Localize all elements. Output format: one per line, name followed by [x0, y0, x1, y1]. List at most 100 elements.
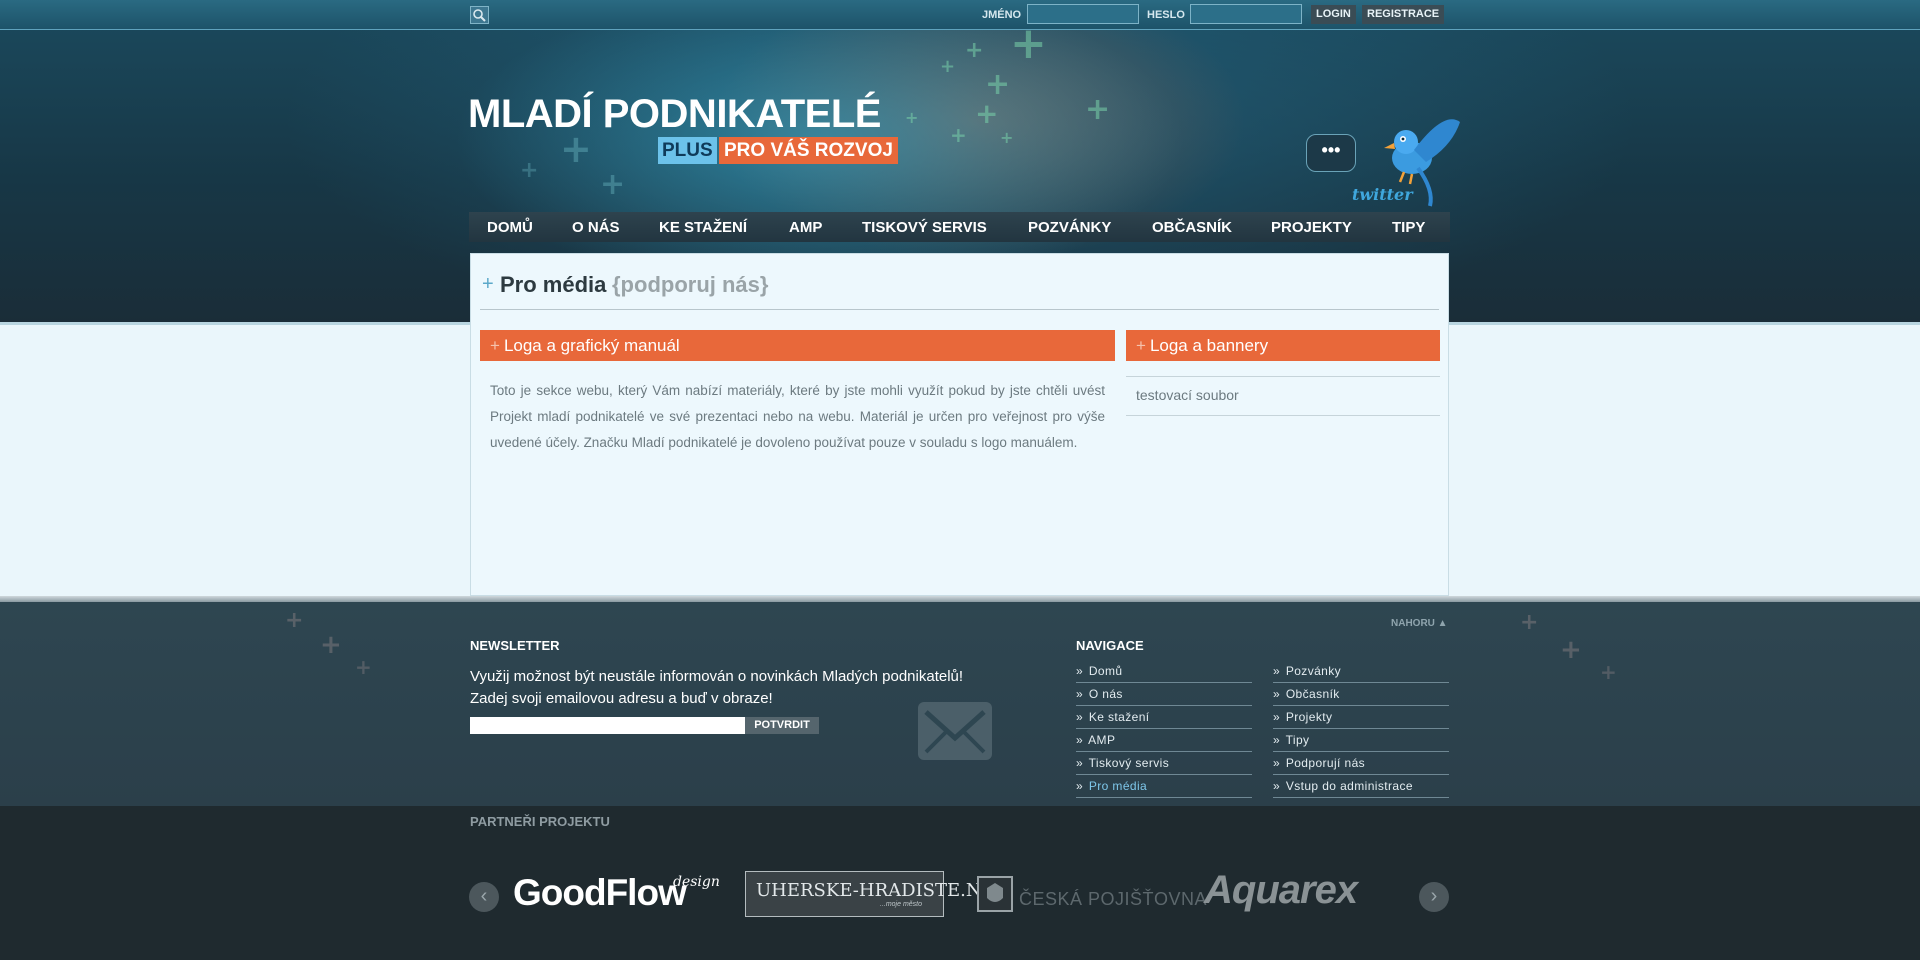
footer-nav-item-projekty[interactable]: » Projekty — [1273, 707, 1449, 729]
footer-nav-label: Domů — [1088, 664, 1123, 678]
back-to-top-link[interactable]: NAHORU ▲ — [1391, 618, 1448, 629]
decor-plus-icon: + — [965, 38, 984, 63]
newsletter-heading: NEWSLETTER — [470, 638, 560, 653]
register-button[interactable]: REGISTRACE — [1362, 5, 1445, 24]
twitter-bubble[interactable]: ••• — [1306, 134, 1356, 172]
search-icon — [473, 9, 486, 22]
footer-nav-prefix: » — [1076, 756, 1084, 770]
footer-nav-label: Pro média — [1088, 779, 1148, 793]
footer-nav-prefix: » — [1076, 733, 1084, 747]
footer-nav-item-obcasnik[interactable]: » Občasník — [1273, 684, 1449, 706]
footer-nav-item-tiskovy-servis[interactable]: » Tiskový servis — [1076, 753, 1252, 775]
footer-nav-item-pozvanky[interactable]: » Pozvánky — [1273, 661, 1449, 683]
footer-nav-label: Podporují nás — [1285, 756, 1366, 770]
decor-plus-icon: + — [1560, 635, 1582, 665]
nav-item-tipy[interactable]: TIPY — [1392, 219, 1425, 236]
newsletter-line: Využij možnost být neustále informován o… — [470, 668, 964, 685]
decor-plus-icon: + — [600, 167, 626, 202]
newsletter-description: Využij možnost být neustále informován o… — [470, 666, 990, 710]
footer-nav-prefix: » — [1076, 779, 1084, 793]
decor-plus-icon: + — [975, 97, 999, 130]
site-logo-title[interactable]: MLADÍ PODNIKATELÉ — [468, 92, 881, 137]
file-list-divider — [1126, 376, 1440, 377]
decor-plus-icon: + — [320, 630, 342, 660]
footer-nav-label: Tiskový servis — [1088, 756, 1170, 770]
footer-nav-prefix: » — [1273, 710, 1281, 724]
decor-plus-icon: + — [1520, 610, 1539, 635]
top-bar — [0, 0, 1920, 30]
partner-logo-ceska-pojistovna-badge[interactable] — [977, 876, 1013, 912]
password-label: HESLO — [1147, 9, 1185, 21]
file-list-divider — [1126, 415, 1440, 416]
footer-nav-item-o-nas[interactable]: » O nás — [1076, 684, 1252, 706]
decor-plus-icon: + — [940, 56, 956, 77]
section-heading-label: Loga a bannery — [1149, 336, 1269, 355]
partners-heading: PARTNEŘI PROJEKTU — [470, 814, 610, 829]
footer-nav-prefix: » — [1273, 664, 1281, 678]
nav-item-amp[interactable]: AMP — [789, 219, 822, 236]
footer-nav-item-domu[interactable]: » Domů — [1076, 661, 1252, 683]
newsletter-email-input[interactable] — [470, 717, 745, 734]
plus-icon: + — [490, 336, 500, 355]
footer-nav-item-admin[interactable]: » Vstup do administrace — [1273, 776, 1449, 798]
footer-nav-item-amp[interactable]: » AMP — [1076, 730, 1252, 752]
partner-logo-ceska-pojistovna[interactable]: ČESKÁ POJIŠŤOVNA — [1019, 889, 1207, 910]
site-logo-tagline: PRO VÁŠ ROZVOJ — [719, 137, 898, 164]
name-label: JMÉNO — [982, 9, 1022, 21]
newsletter-submit-button[interactable]: POTVRDIT — [745, 717, 819, 734]
footer-nav-prefix: » — [1076, 687, 1084, 701]
search-button[interactable] — [470, 6, 489, 24]
footer-nav-heading: NAVIGACE — [1076, 638, 1144, 653]
login-button[interactable]: LOGIN — [1311, 5, 1356, 24]
footer-nav-item-tipy[interactable]: » Tipy — [1273, 730, 1449, 752]
footer-nav-item-ke-stazeni[interactable]: » Ke stažení — [1076, 707, 1252, 729]
footer-nav-label: AMP — [1088, 733, 1116, 747]
footer-nav-label: Projekty — [1285, 710, 1333, 724]
footer-nav-prefix: » — [1273, 733, 1281, 747]
envelope-icon — [918, 702, 992, 760]
decor-plus-icon: + — [285, 608, 304, 633]
nav-item-domu[interactable]: DOMŮ — [487, 219, 533, 236]
decor-plus-icon: + — [520, 158, 539, 183]
decor-plus-icon: + — [985, 67, 1011, 102]
partner-logo-aquarex[interactable]: Aquarex — [1204, 868, 1358, 913]
chevron-right-icon[interactable]: › — [1419, 882, 1449, 912]
twitter-wordmark[interactable]: twitter — [1352, 185, 1413, 204]
footer-nav-label: Ke stažení — [1088, 710, 1150, 724]
page-subtitle-link[interactable]: {podporuj nás} — [612, 272, 768, 298]
newsletter-line: Zadej svoji emailovou adresu a buď v obr… — [470, 690, 773, 707]
chevron-left-icon[interactable]: ‹ — [469, 882, 499, 912]
decor-plus-icon: + — [950, 123, 967, 147]
footer-nav-label: Pozvánky — [1285, 664, 1342, 678]
section-heading-logos-banners: + Loga a bannery — [1126, 330, 1440, 361]
footer-nav-label: Vstup do administrace — [1285, 779, 1413, 793]
nav-item-ke-stazeni[interactable]: KE STAŽENÍ — [659, 219, 747, 236]
decor-plus-icon: + — [1000, 128, 1014, 147]
plus-icon: + — [482, 273, 494, 295]
file-link[interactable]: testovací soubor — [1136, 387, 1239, 403]
site-logo-plus: PLUS — [658, 137, 717, 164]
password-input[interactable] — [1190, 4, 1302, 24]
nav-item-tiskovy-servis[interactable]: TISKOVÝ SERVIS — [862, 219, 987, 236]
nav-item-obcasnik[interactable]: OBČASNÍK — [1152, 219, 1232, 236]
section-heading-label: Loga a grafický manuál — [503, 336, 680, 355]
plus-icon: + — [1136, 336, 1146, 355]
partner-logo-goodflow[interactable]: GoodFlow — [513, 872, 687, 914]
footer-nav-label: O nás — [1088, 687, 1123, 701]
section-heading-logos-manual: + Loga a grafický manuál — [480, 330, 1115, 361]
footer-nav-prefix: » — [1076, 710, 1084, 724]
nav-item-o-nas[interactable]: O NÁS — [572, 219, 620, 236]
footer-nav-item-pro-media[interactable]: » Pro média — [1076, 776, 1252, 798]
nav-item-projekty[interactable]: PROJEKTY — [1271, 219, 1352, 236]
title-divider — [480, 309, 1439, 310]
decor-plus-icon: + — [905, 108, 919, 127]
footer-nav-prefix: » — [1273, 687, 1281, 701]
decor-plus-icon: + — [355, 655, 372, 679]
footer-nav-prefix: » — [1273, 756, 1281, 770]
partner-logo-uh-sub: ...moje město — [880, 901, 923, 908]
footer-nav-item-podporuji-nas[interactable]: » Podporují nás — [1273, 753, 1449, 775]
name-input[interactable] — [1027, 4, 1139, 24]
crest-icon — [987, 883, 1003, 902]
footer-nav-prefix: » — [1076, 664, 1084, 678]
nav-item-pozvanky[interactable]: POZVÁNKY — [1028, 219, 1111, 236]
